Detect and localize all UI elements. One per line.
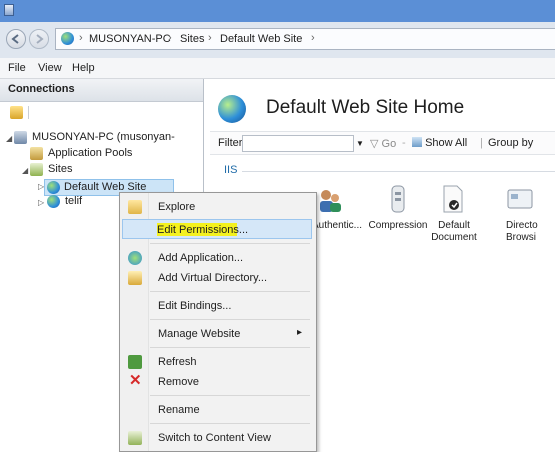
- server-expander-icon[interactable]: ◢: [6, 134, 12, 143]
- menu-item-remove[interactable]: ✕ Remove: [122, 372, 312, 392]
- folder-icon: [128, 200, 142, 214]
- breadcrumb-item-sites[interactable]: Sites: [180, 33, 204, 45]
- menu-item-rename-label: Rename: [158, 404, 200, 416]
- breadcrumb-separator: ›: [168, 32, 172, 44]
- show-all-label: Show All: [425, 137, 468, 149]
- go-icon: ▽: [370, 138, 382, 150]
- breadcrumb-separator: ›: [311, 32, 315, 44]
- menu-item-edit-permissions[interactable]: Edit Permissions...: [122, 219, 312, 239]
- menu-item-rename[interactable]: Rename: [122, 400, 312, 420]
- menu-item-edit-permissions-label: Edit Permissions...: [157, 224, 249, 236]
- menu-item-manage-website[interactable]: Manage Website ▸: [122, 324, 312, 344]
- globe-icon: [47, 195, 60, 208]
- default-document-icon[interactable]: [441, 184, 469, 213]
- menu-bar: File View Help: [0, 58, 555, 79]
- breadcrumb-separator: ›: [79, 32, 83, 44]
- directory-browsing-icon[interactable]: [506, 187, 534, 215]
- refresh-icon: [128, 355, 142, 369]
- filter-separator: -: [402, 137, 406, 149]
- add-virtual-directory-icon: [128, 271, 142, 285]
- menu-item-explore-label: Explore: [158, 201, 196, 213]
- tree-item-telif[interactable]: telif: [65, 195, 82, 207]
- sites-folder-icon: [30, 163, 43, 176]
- back-arrow-icon: [11, 34, 19, 44]
- toolbar-divider: [28, 106, 29, 119]
- group-header-iis: IIS: [224, 164, 238, 176]
- remove-icon: ✕: [129, 372, 142, 389]
- menu-item-add-application-label: Add Application...: [158, 252, 244, 264]
- navigation-bar: › MUSONYAN-PC › Sites › Default Web Site…: [0, 22, 555, 59]
- iis-app-icon: [4, 4, 14, 16]
- menu-item-remove-label: Remove: [158, 376, 199, 388]
- menu-separator: [150, 319, 310, 320]
- title-bar: [0, 0, 555, 22]
- feature-compression-label[interactable]: Compression: [366, 220, 430, 232]
- sites-expander-icon[interactable]: ◢: [22, 166, 28, 175]
- tree-item-server[interactable]: MUSONYAN-PC (musonyan-: [32, 131, 175, 143]
- tree-item-application-pools[interactable]: Application Pools: [48, 147, 132, 159]
- filter-separator: |: [480, 137, 483, 149]
- menu-help[interactable]: Help: [72, 62, 95, 74]
- globe-icon: [47, 181, 60, 194]
- filter-input[interactable]: [242, 135, 354, 152]
- application-pools-icon: [30, 147, 43, 160]
- menu-item-manage-website-label: Manage Website: [158, 328, 241, 340]
- menu-item-edit-bindings[interactable]: Edit Bindings...: [122, 296, 312, 316]
- menu-view[interactable]: View: [38, 62, 62, 74]
- menu-item-refresh[interactable]: Refresh: [122, 352, 312, 372]
- breadcrumb-item-server[interactable]: MUSONYAN-PC: [89, 33, 171, 45]
- connections-toolbar: [0, 102, 203, 122]
- page-title: Default Web Site Home: [266, 97, 465, 118]
- group-divider: [242, 171, 555, 172]
- connections-title: Connections: [8, 83, 75, 95]
- show-all-icon: [412, 137, 422, 147]
- menu-item-switch-to-content-view[interactable]: Switch to Content View: [122, 428, 312, 448]
- menu-item-add-virtual-directory-label: Add Virtual Directory...: [158, 272, 268, 284]
- menu-item-edit-bindings-label: Edit Bindings...: [158, 300, 232, 312]
- content-view-icon: [128, 431, 142, 445]
- connections-header: Connections: [0, 79, 203, 102]
- menu-separator: [150, 243, 310, 244]
- authentication-icon[interactable]: [316, 186, 344, 214]
- menu-separator: [150, 291, 310, 292]
- menu-separator: [150, 395, 310, 396]
- submenu-arrow-icon: ▸: [296, 327, 302, 338]
- filter-dropdown-icon[interactable]: ▼: [356, 139, 364, 148]
- feature-default-document-label[interactable]: Default Document: [428, 220, 480, 244]
- tree-item-sites[interactable]: Sites: [48, 163, 72, 175]
- forward-button[interactable]: [29, 29, 49, 49]
- go-label: Go: [381, 138, 397, 150]
- menu-item-switch-to-content-view-label: Switch to Content View: [158, 432, 271, 444]
- context-menu: Explore Edit Permissions... Add Applicat…: [119, 192, 317, 452]
- telif-expander-icon[interactable]: ▷: [38, 198, 44, 207]
- add-application-icon: [128, 251, 142, 265]
- group-by-button[interactable]: Group by: [488, 137, 533, 149]
- back-button[interactable]: [6, 29, 26, 49]
- menu-item-add-application[interactable]: Add Application...: [122, 248, 312, 268]
- menu-item-explore[interactable]: Explore: [122, 197, 312, 217]
- menu-separator: [150, 423, 310, 424]
- compression-icon[interactable]: [384, 184, 412, 213]
- filter-bar: Filter: ▼ ▽ Go - Show All | Group by: [210, 131, 555, 155]
- feature-directory-browsing-label[interactable]: Directo Browsi: [506, 220, 554, 244]
- globe-icon: [61, 32, 74, 45]
- go-button[interactable]: ▽ Go: [370, 137, 396, 150]
- server-icon: [14, 131, 27, 144]
- address-box[interactable]: › MUSONYAN-PC › Sites › Default Web Site…: [55, 28, 555, 50]
- site-globe-icon: [218, 95, 246, 123]
- menu-item-refresh-label: Refresh: [158, 356, 197, 368]
- menu-file[interactable]: File: [8, 62, 26, 74]
- breadcrumb-item-default-web-site[interactable]: Default Web Site: [220, 33, 302, 45]
- show-all-button[interactable]: Show All: [412, 137, 467, 149]
- forward-arrow-icon: [36, 34, 44, 44]
- menu-item-add-virtual-directory[interactable]: Add Virtual Directory...: [122, 268, 312, 288]
- breadcrumb-separator: ›: [208, 32, 212, 44]
- create-connection-icon[interactable]: [10, 106, 23, 119]
- menu-separator: [150, 347, 310, 348]
